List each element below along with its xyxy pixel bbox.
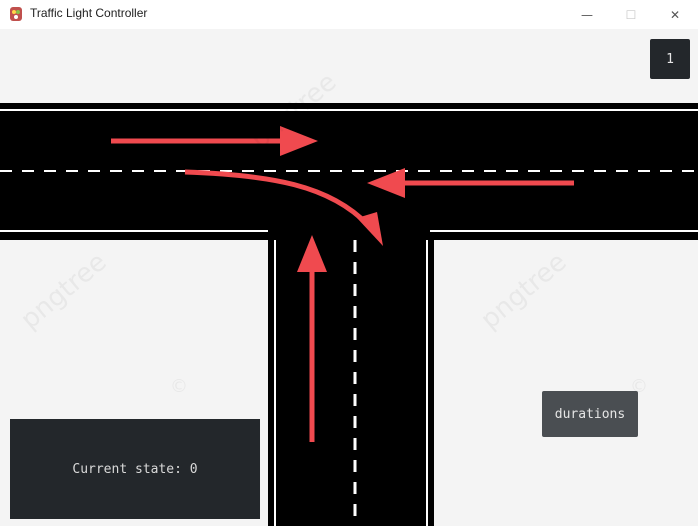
durations-button[interactable]: durations bbox=[542, 391, 638, 437]
cycle-counter: 1 bbox=[650, 39, 690, 79]
watermark-text: pngtree bbox=[475, 247, 572, 335]
vertical-road bbox=[268, 236, 434, 526]
current-state-panel: Current state: 0 bbox=[10, 419, 260, 519]
horizontal-road bbox=[0, 103, 698, 240]
durations-button-label: durations bbox=[554, 406, 626, 422]
current-state-label: Current state: 0 bbox=[72, 461, 198, 477]
watermark-text: pngtree bbox=[15, 247, 112, 335]
watermark-copyright-symbol: © bbox=[170, 376, 188, 397]
